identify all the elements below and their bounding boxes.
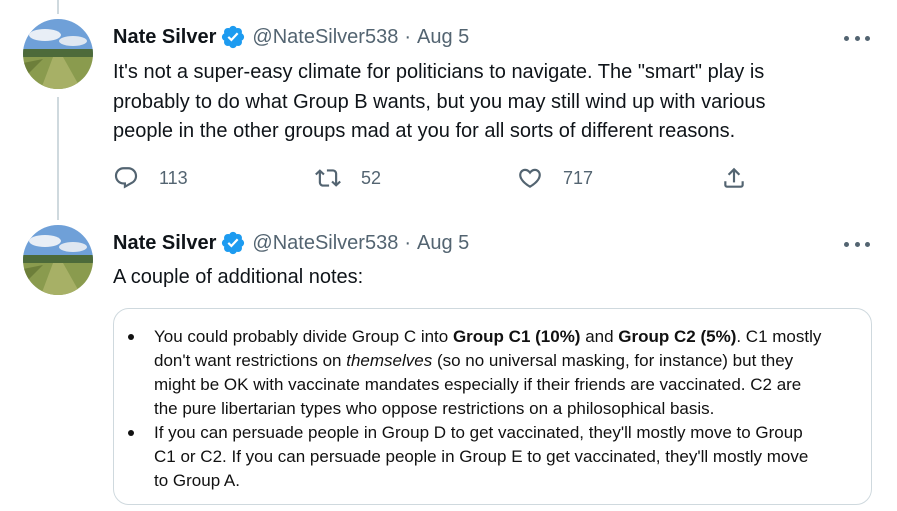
tweet-header: Nate Silver @NateSilver538 · Aug 5 [113, 229, 469, 257]
reply-icon [114, 167, 138, 189]
note-line: the pure libertarian types who oppose re… [154, 397, 821, 421]
note-text: themselves [346, 351, 433, 370]
tweet-text-line: people in the other groups mad at you fo… [113, 120, 736, 142]
tweet-date[interactable]: Aug 5 [417, 232, 469, 255]
note-bullet: You could probably divide Group C into G… [128, 325, 821, 421]
note-line: don't want restrictions on themselves (s… [154, 349, 821, 373]
note-line: C1 or C2. If you can persuade people in … [154, 445, 821, 469]
tweet-text: A couple of additional notes: [113, 263, 363, 293]
avatar[interactable] [23, 225, 93, 295]
tweet-text: It's not a super-easy climate for politi… [113, 58, 766, 147]
verified-badge-icon [220, 24, 246, 50]
note-text: the pure libertarian types who oppose re… [154, 399, 715, 418]
author-name[interactable]: Nate Silver [113, 232, 216, 255]
share-icon [724, 167, 744, 188]
tweet-header: Nate Silver @NateSilver538 · Aug 5 [113, 23, 469, 51]
attached-image[interactable]: You could probably divide Group C into G… [113, 308, 872, 505]
heart-icon [519, 168, 541, 188]
note-text: C1 or C2. If you can persuade people in … [154, 447, 809, 466]
notes-bullet-list: You could probably divide Group C into G… [128, 325, 821, 493]
tweet-actions: 113 52 717 [113, 163, 753, 193]
author-handle[interactable]: @NateSilver538 [252, 26, 398, 49]
retweet-icon [315, 169, 341, 187]
separator-dot: · [404, 231, 411, 254]
note-line: to Group A. [154, 469, 821, 493]
field-landscape-avatar-icon [23, 225, 93, 295]
tweet-text-line: A couple of additional notes: [113, 266, 364, 288]
author-handle[interactable]: @NateSilver538 [252, 232, 398, 255]
note-line: You could probably divide Group C into G… [154, 325, 821, 349]
note-text: . C1 mostly [736, 327, 822, 346]
tweet[interactable]: Nate Silver @NateSilver538 · Aug 5 It's … [0, 16, 897, 216]
like-count: 717 [563, 167, 594, 188]
more-options-icon[interactable] [844, 28, 870, 48]
note-text: and [580, 327, 619, 346]
reply-button[interactable]: 113 [113, 163, 188, 193]
tweet[interactable]: Nate Silver @NateSilver538 · Aug 5 A cou… [0, 222, 897, 511]
note-text: to Group A. [154, 471, 240, 490]
share-button[interactable] [721, 163, 747, 193]
note-text: If you can persuade people in Group D to… [154, 423, 803, 442]
separator-dot: · [404, 25, 411, 48]
thread-connector-top [57, 0, 59, 14]
verified-badge-icon [220, 230, 246, 256]
note-text: You could probably divide Group C into [154, 327, 453, 346]
field-landscape-avatar-icon [23, 19, 93, 89]
retweet-count: 52 [361, 167, 382, 188]
note-text: Group C1 (10%) [452, 327, 581, 346]
note-line: might be OK with vaccinate mandates espe… [154, 373, 821, 397]
more-options-icon[interactable] [844, 234, 870, 254]
retweet-button[interactable]: 52 [315, 163, 381, 193]
tweet-text-line: It's not a super-easy climate for politi… [113, 61, 765, 83]
note-bullet: If you can persuade people in Group D to… [128, 421, 821, 493]
tweet-text-line: probably to do what Group B wants, but y… [113, 90, 766, 113]
note-line: If you can persuade people in Group D to… [154, 421, 821, 445]
note-text: Group C2 (5%) [618, 327, 737, 346]
note-text: don't want restrictions on [154, 351, 347, 370]
avatar[interactable] [23, 19, 93, 89]
author-name[interactable]: Nate Silver [113, 26, 216, 49]
note-text: might be OK with vaccinate mandates espe… [154, 375, 802, 394]
like-button[interactable]: 717 [517, 163, 593, 193]
note-text: (so no universal masking, for instance) … [432, 351, 794, 370]
reply-count: 113 [159, 167, 188, 188]
tweet-date[interactable]: Aug 5 [417, 26, 469, 49]
